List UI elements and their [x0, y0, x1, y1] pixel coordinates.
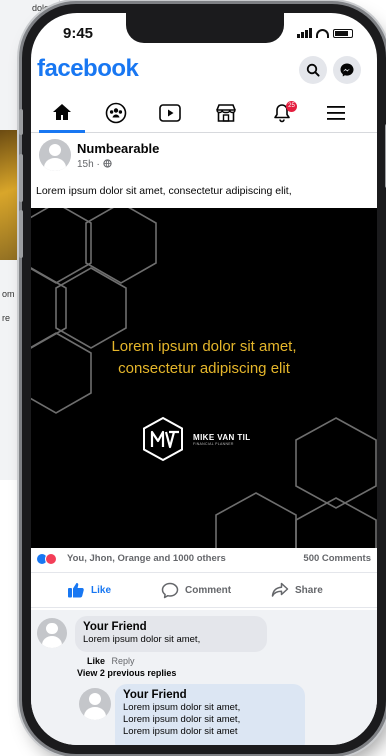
stage: dolor tet elit om re 9:45	[0, 0, 386, 756]
reply-text-line: Lorem ipsum dolor sit amet,	[123, 702, 241, 713]
volume-up-button	[19, 154, 23, 202]
tab-menu[interactable]	[313, 93, 359, 133]
share-label: Share	[295, 584, 323, 596]
post-text: Lorem ipsum dolor sit amet, consectetur …	[36, 185, 292, 197]
reply-text-line: Lorem ipsum dolor sit amet,	[123, 714, 241, 725]
image-caption: Lorem ipsum dolor sit amet, consectetur …	[31, 336, 377, 380]
status-time: 9:45	[63, 25, 94, 42]
share-button[interactable]: Share	[271, 582, 323, 598]
reaction-summary[interactable]: You, Jhon, Orange and 1000 others	[67, 553, 226, 564]
mute-switch	[19, 109, 23, 135]
comment-actions: Like Reply	[87, 656, 135, 666]
groups-icon	[105, 102, 127, 124]
phone-screen: 9:45 facebook 25 Numbearable 15h · Lorem…	[31, 13, 377, 745]
love-reaction-icon	[45, 553, 57, 565]
comments-section: Your Friend Lorem ipsum dolor sit amet, …	[31, 610, 377, 745]
image-caption-line: Lorem ipsum dolor sit amet,	[111, 338, 297, 355]
facebook-logo[interactable]: facebook	[37, 55, 139, 83]
tab-watch[interactable]	[147, 93, 193, 133]
comment-reply-link[interactable]: Reply	[112, 656, 135, 666]
like-label: Like	[91, 584, 112, 596]
view-previous-replies[interactable]: View 2 previous replies	[77, 668, 176, 678]
globe-icon	[102, 159, 112, 168]
reaction-icons[interactable]	[36, 553, 57, 565]
comment-label: Comment	[185, 585, 232, 596]
signal-icon	[297, 28, 312, 38]
messenger-icon	[340, 63, 354, 77]
menu-icon	[327, 106, 345, 120]
watch-icon	[159, 104, 181, 122]
tab-home[interactable]	[39, 93, 85, 133]
comment-icon	[161, 582, 179, 599]
mvt-logo: MIKE VAN TIL FINANCIAL PLANNER	[141, 416, 251, 462]
author-name[interactable]: Numbearable	[77, 141, 159, 156]
logo-name: MIKE VAN TIL	[193, 432, 251, 442]
reply-bubble[interactable]: Your Friend Lorem ipsum dolor sit amet, …	[115, 684, 305, 745]
notification-badge: 25	[286, 101, 297, 112]
reply-author-name[interactable]: Your Friend	[123, 688, 297, 702]
comment-text: Lorem ipsum dolor sit amet,	[83, 634, 201, 645]
logo-subtitle: FINANCIAL PLANNER	[193, 441, 234, 446]
tab-notifications[interactable]: 25	[259, 93, 305, 133]
reply-avatar[interactable]	[79, 688, 111, 720]
commenter-avatar[interactable]	[37, 618, 67, 648]
marketplace-icon	[216, 104, 236, 122]
volume-down-button	[19, 210, 23, 258]
notch	[126, 13, 284, 43]
author-avatar[interactable]	[39, 139, 71, 171]
comment-button[interactable]: Comment	[161, 582, 231, 599]
post-image[interactable]: Lorem ipsum dolor sit amet, consectetur …	[31, 208, 377, 548]
wifi-icon	[316, 28, 329, 38]
home-icon	[53, 103, 71, 120]
commenter-name[interactable]: Your Friend	[83, 620, 259, 634]
app-header: facebook	[31, 53, 377, 89]
comment-like-link[interactable]: Like	[87, 656, 105, 666]
nav-bar: 25	[31, 93, 377, 133]
share-icon	[271, 582, 289, 597]
reply-text-line: Lorem ipsum dolor sit amet	[123, 726, 238, 737]
comment-count[interactable]: 500 Comments	[303, 553, 371, 564]
messenger-button[interactable]	[333, 56, 361, 84]
post-timestamp: 15h ·	[77, 159, 103, 170]
mvt-hexagon-icon	[143, 416, 183, 462]
post-stats: You, Jhon, Orange and 1000 others 500 Co…	[31, 548, 377, 570]
post-meta: 15h ·	[77, 159, 112, 170]
status-icons	[297, 28, 353, 38]
search-button[interactable]	[299, 56, 327, 84]
comment-bubble[interactable]: Your Friend Lorem ipsum dolor sit amet,	[75, 616, 267, 652]
search-icon	[306, 63, 320, 77]
tab-marketplace[interactable]	[203, 93, 249, 133]
post-actions: Like Comment Share	[31, 572, 377, 608]
thumbs-up-icon	[68, 583, 84, 598]
like-button[interactable]: Like	[67, 582, 111, 598]
phone-frame: 9:45 facebook 25 Numbearable 15h · Lorem…	[19, 4, 386, 754]
image-caption-line: consectetur adipiscing elit	[118, 360, 290, 377]
battery-icon	[333, 28, 353, 38]
tab-groups[interactable]	[93, 93, 139, 133]
